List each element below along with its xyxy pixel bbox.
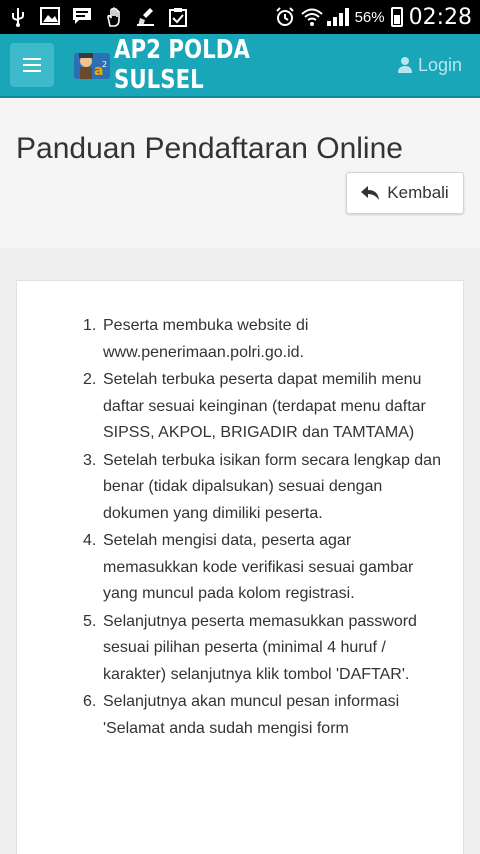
step-text: Peserta membuka website di www.penerimaa… [103, 317, 309, 361]
list-item: 4. Setelah mengisi data, peserta agar mem… [83, 528, 445, 608]
app-bar: a 2 AP2 POLDA SULSEL Login [0, 34, 480, 98]
battery-percent: 56% [354, 8, 385, 26]
step-number: 2. [83, 371, 97, 388]
battery-icon [390, 7, 403, 27]
svg-text:2: 2 [102, 60, 107, 69]
image-icon [40, 7, 60, 27]
guide-card: 1. Peserta membuka website di www.penerim… [16, 280, 464, 854]
step-number: 3. [83, 451, 97, 469]
brand[interactable]: a 2 AP2 POLDA SULSEL [73, 35, 398, 95]
content-area: 1. Peserta membuka website di www.penerim… [0, 248, 480, 854]
clipboard-check-icon [168, 7, 188, 27]
reply-icon [361, 186, 380, 200]
step-number: 5. [83, 612, 97, 630]
wifi-icon [300, 7, 323, 27]
login-label: Login [417, 54, 462, 75]
step-text: Setelah terbuka isikan form secara lengk… [103, 451, 441, 522]
page-header: Panduan Pendaftaran Online Kembali [0, 98, 480, 248]
status-bar: 56% 02:28 [0, 0, 480, 34]
step-number: 6. [83, 693, 97, 710]
chat-icon [72, 7, 92, 27]
user-icon [397, 57, 412, 73]
list-item: 6. Selanjutnya akan muncul pesan informas… [83, 689, 445, 742]
login-link[interactable]: Login [397, 54, 462, 76]
step-text: Selanjutnya peserta memasukkan password … [103, 612, 417, 683]
alarm-icon [275, 7, 295, 27]
ap2-logo: a 2 [73, 47, 110, 83]
step-number: 4. [83, 532, 97, 549]
brand-title: AP2 POLDA SULSEL [113, 35, 250, 95]
clock: 02:28 [408, 4, 472, 30]
menu-button[interactable] [10, 43, 54, 87]
step-text: Selanjutnya akan muncul pesan informasi … [103, 693, 400, 737]
step-number: 1. [83, 317, 97, 334]
hamburger-icon [22, 58, 41, 72]
hand-icon [104, 7, 124, 27]
step-text: Setelah mengisi data, peserta agar memas… [103, 532, 414, 602]
signal-icon [326, 8, 349, 26]
list-item: 2. Setelah terbuka peserta dapat memilih … [83, 367, 445, 447]
back-button[interactable]: Kembali [346, 172, 464, 214]
list-item: 3. Setelah terbuka isikan form secara len… [83, 448, 445, 528]
list-item: 1. Peserta membuka website di www.penerim… [83, 313, 445, 366]
list-item: 5. Selanjutnya peserta memasukkan passwor… [83, 609, 445, 689]
steps-list: 1. Peserta membuka website di www.penerim… [83, 313, 445, 743]
usb-icon [8, 7, 28, 27]
page-title: Panduan Pendaftaran Online [16, 132, 403, 165]
back-label: Kembali [387, 183, 449, 202]
cleaner-icon [136, 7, 156, 27]
step-text: Setelah terbuka peserta dapat memilih me… [103, 371, 426, 441]
